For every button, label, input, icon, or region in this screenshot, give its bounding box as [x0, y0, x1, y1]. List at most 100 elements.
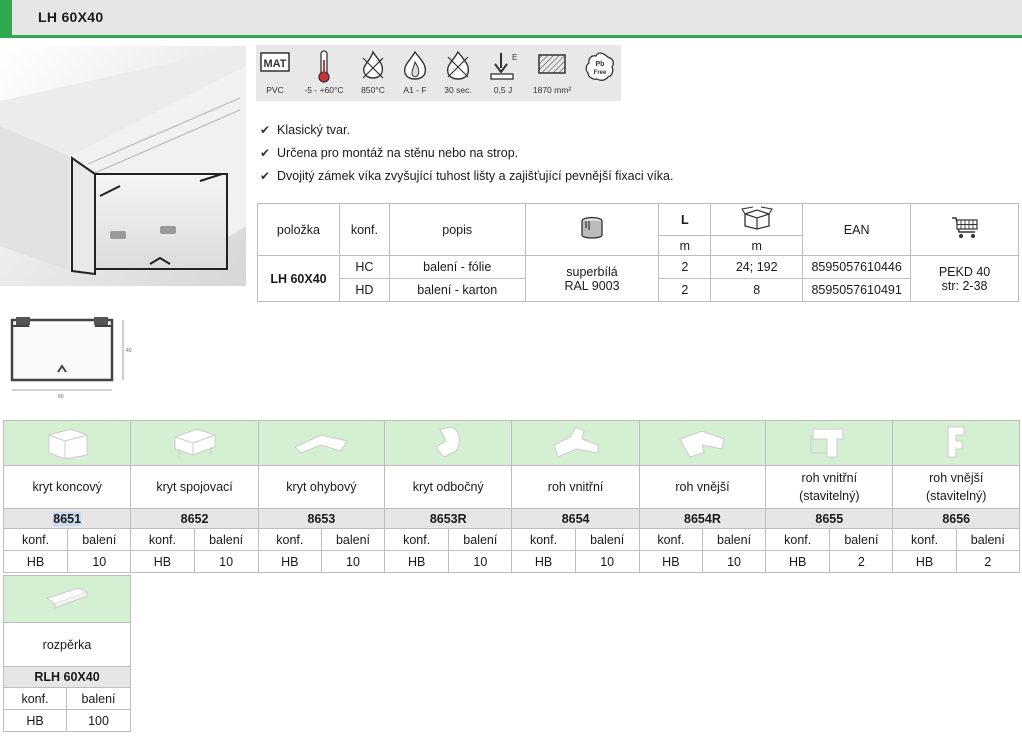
pb-free-icon: Pb Free — [585, 52, 614, 81]
header-length-unit: m — [658, 235, 712, 256]
pack-value: 10 — [67, 550, 132, 573]
property-label: 30 sec. — [444, 85, 472, 95]
pack-label: balení — [701, 528, 767, 551]
accessory-code[interactable]: 8651 — [2, 508, 132, 529]
free-badge: Free — [594, 70, 607, 76]
tee-icon — [435, 425, 461, 458]
spacer-table: rozpěrka RLH 60X40 konf. balení HB 100 — [3, 575, 131, 732]
svg-text:60: 60 — [58, 394, 64, 400]
conf-label: konf. — [892, 528, 957, 551]
conf-value: HB — [2, 550, 69, 573]
accessories-table: kryt koncový kryt spojovací kryt ohybový… — [2, 420, 1021, 573]
properties-strip: MAT PVC -5 - +60°C 850°C A1 - F 30 sec. — [256, 45, 621, 101]
catalog-name: PEKD 40 — [938, 264, 991, 279]
flat-angle-icon — [294, 433, 349, 454]
profile-drawing: 40 60 — [10, 317, 132, 400]
accessory-name: roh vnitřní — [511, 465, 640, 509]
accessory-name: kryt ohybový — [257, 465, 386, 509]
mat-icon: MAT — [260, 52, 290, 72]
feature-list: ✔ Klasický tvar. ✔ Určena pro montáž na … — [260, 123, 860, 192]
adjustable-external-corner-icon — [947, 426, 965, 457]
property-label: 0,5 J — [493, 85, 513, 95]
pack-value: 10 — [193, 550, 259, 573]
conf-label: konf. — [2, 528, 69, 551]
fire-time-icon — [446, 50, 470, 80]
desc-cell: balení - karton — [388, 278, 526, 302]
pack-label: balení — [320, 528, 386, 551]
catalog-page: str: 2-38 — [941, 278, 988, 293]
flame-icon — [362, 50, 384, 79]
impact-icon: E — [490, 53, 517, 80]
check-icon: ✔ — [260, 123, 271, 137]
header-desc: popis — [388, 203, 526, 256]
property-label: PVC — [266, 85, 284, 95]
header-catalog — [910, 203, 1019, 256]
header-package-unit: m — [710, 235, 804, 256]
accessory-image — [3, 575, 131, 623]
pack-value: 10 — [701, 550, 767, 573]
pack-label: balení — [955, 528, 1021, 551]
fire-class-icon — [403, 50, 427, 80]
conf-value: HB — [892, 550, 957, 573]
feature-text: Dvojitý zámek víka zvyšující tuhost lišt… — [277, 169, 674, 183]
accessory-name: kryt koncový — [2, 465, 132, 509]
accessory-code: 8656 — [892, 508, 1020, 529]
feature-text: Klasický tvar. — [277, 123, 350, 137]
accessory-image — [765, 420, 894, 466]
property-temperature: -5 - +60°C — [296, 45, 352, 101]
accessory-code: 8653 — [257, 508, 386, 529]
accessory-code: 8655 — [765, 508, 894, 529]
conf-value: HB — [765, 550, 831, 573]
box-icon — [740, 206, 773, 230]
accessory-code: 8652 — [130, 508, 259, 529]
property-glow-wire: 850°C — [352, 45, 394, 101]
conf-value: HB — [257, 550, 322, 573]
pack-label: balení — [66, 687, 131, 710]
accessory-image — [638, 420, 767, 466]
conf-value: HB — [384, 550, 450, 573]
accessory-name: rozpěrka — [3, 622, 131, 667]
check-icon: ✔ — [260, 169, 271, 183]
ean-cell: 8595057610491 — [802, 278, 912, 302]
accessory-image — [511, 420, 640, 466]
accessory-code: RLH 60X40 — [3, 666, 131, 688]
accessory-name: kryt spojovací — [130, 465, 259, 509]
ean-cell: 8595057610446 — [802, 255, 912, 279]
property-impact: E 0,5 J — [482, 45, 524, 101]
conf-label: konf. — [511, 528, 576, 551]
pack-value: 10 — [448, 550, 513, 573]
pack-label: balení — [829, 528, 894, 551]
table-row: LH 60X40 HC balení - fólie superbílá RAL… — [257, 255, 1019, 302]
conf-label: konf. — [130, 528, 195, 551]
product-table: položka konf. popis L EAN m m LH 60X40 H… — [257, 203, 1019, 302]
color-name: superbílá — [566, 264, 618, 279]
accessory-name: roh vnější (stavitelný) — [892, 465, 1020, 509]
property-pb-free: Pb Free — [580, 45, 620, 101]
header-length: L — [658, 203, 712, 236]
conf-label: konf. — [384, 528, 450, 551]
check-icon: ✔ — [260, 146, 271, 160]
end-cap-icon — [48, 427, 88, 460]
catalog-cell: PEKD 40 str: 2-38 — [910, 255, 1019, 302]
accessory-name: roh vnější — [638, 465, 767, 509]
header-ean: EAN — [802, 203, 912, 256]
conf-cell: HC — [338, 255, 390, 279]
property-fire-time: 30 sec. — [436, 45, 480, 101]
feature-item: ✔ Určena pro montáž na stěnu nebo na str… — [260, 146, 860, 169]
conf-label: konf. — [765, 528, 831, 551]
joint-cover-icon — [174, 427, 216, 457]
feature-item: ✔ Dvojitý zámek víka zvyšující tuhost li… — [260, 169, 860, 192]
internal-corner-icon — [552, 425, 599, 458]
property-material: MAT PVC — [256, 45, 294, 101]
feature-item: ✔ Klasický tvar. — [260, 123, 860, 146]
product-code: LH 60X40 — [257, 255, 340, 302]
accessory-name: kryt odbočný — [384, 465, 513, 509]
property-fire-class: A1 - F — [394, 45, 436, 101]
property-label: 850°C — [361, 85, 385, 95]
accessory-name: roh vnitřní (stavitelný) — [765, 465, 894, 509]
header-conf: konf. — [338, 203, 390, 256]
impact-badge: E — [512, 53, 517, 62]
svg-text:40: 40 — [126, 348, 132, 354]
pb-badge: Pb — [596, 61, 605, 68]
adjustable-internal-corner-icon — [810, 428, 844, 457]
